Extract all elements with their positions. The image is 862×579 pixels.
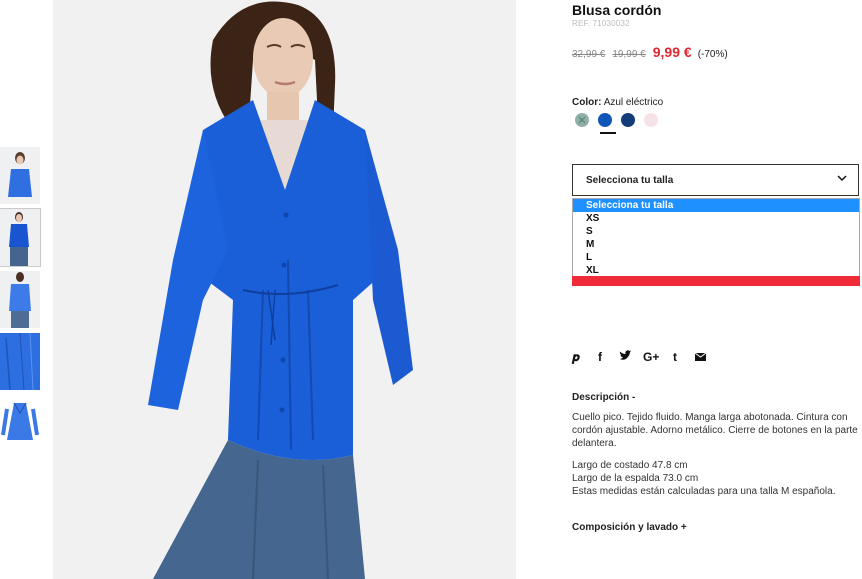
- previous-price: 19,99 €: [612, 49, 646, 60]
- google-plus-icon[interactable]: G+: [643, 350, 659, 364]
- original-price: 32,99 €: [572, 49, 606, 60]
- thumbnail-list: [0, 147, 41, 457]
- measurement-back-length: Largo de la espalda 73.0 cm: [572, 473, 699, 484]
- composition-heading[interactable]: Composición y lavado +: [572, 522, 687, 533]
- size-option-l[interactable]: L: [573, 251, 859, 264]
- selected-color-indicator: [600, 132, 616, 134]
- facebook-icon[interactable]: f: [598, 350, 602, 364]
- price-row: 32,99 € 19,99 € 9,99 € (-70%): [572, 44, 728, 60]
- size-dropdown-list: Selecciona tu talla XS S M L XL: [572, 198, 860, 278]
- thumbnail-2[interactable]: [0, 208, 41, 267]
- product-reference: REF. 71030032: [572, 19, 630, 28]
- color-label: Color:: [572, 97, 602, 108]
- email-icon[interactable]: [694, 350, 707, 364]
- discount-badge: (-70%): [697, 49, 728, 60]
- color-swatch-pink[interactable]: [644, 113, 658, 127]
- measurement-note: Estas medidas están calculadas para una …: [572, 486, 836, 497]
- measurements: Largo de costado 47.8 cm Largo de la esp…: [572, 459, 860, 498]
- color-swatch-navy[interactable]: [621, 113, 635, 127]
- size-option-placeholder[interactable]: Selecciona tu talla: [573, 199, 859, 212]
- description-heading[interactable]: Descripción -: [572, 392, 635, 403]
- chevron-down-icon: [837, 173, 847, 186]
- twitter-icon[interactable]: [619, 350, 632, 365]
- size-option-s[interactable]: S: [573, 225, 859, 238]
- thumbnail-1[interactable]: [0, 147, 40, 204]
- main-product-image: [53, 0, 516, 579]
- sale-price: 9,99 €: [652, 44, 692, 60]
- thumbnail-4[interactable]: [0, 333, 40, 390]
- description-text: Cuello pico. Tejido fluido. Manga larga …: [572, 412, 858, 449]
- color-value: Azul eléctrico: [603, 97, 664, 108]
- size-option-xs[interactable]: XS: [573, 212, 859, 225]
- unavailable-cross-icon: [578, 116, 586, 124]
- thumbnail-5[interactable]: [0, 395, 40, 452]
- color-swatch-electric-blue[interactable]: [598, 113, 612, 127]
- product-title: Blusa cordón: [572, 2, 662, 18]
- color-swatch-green[interactable]: [575, 113, 589, 127]
- thumbnail-3[interactable]: [0, 271, 40, 328]
- pinterest-icon[interactable]: 𝒑: [572, 350, 579, 364]
- tumblr-icon[interactable]: t: [673, 350, 677, 364]
- size-select[interactable]: Selecciona tu talla: [572, 164, 859, 196]
- add-to-cart-button[interactable]: [572, 276, 860, 286]
- size-select-value: Selecciona tu talla: [586, 175, 674, 186]
- measurement-side-length: Largo de costado 47.8 cm: [572, 460, 688, 471]
- color-label-row: Color: Azul eléctrico: [572, 97, 663, 108]
- size-option-m[interactable]: M: [573, 238, 859, 251]
